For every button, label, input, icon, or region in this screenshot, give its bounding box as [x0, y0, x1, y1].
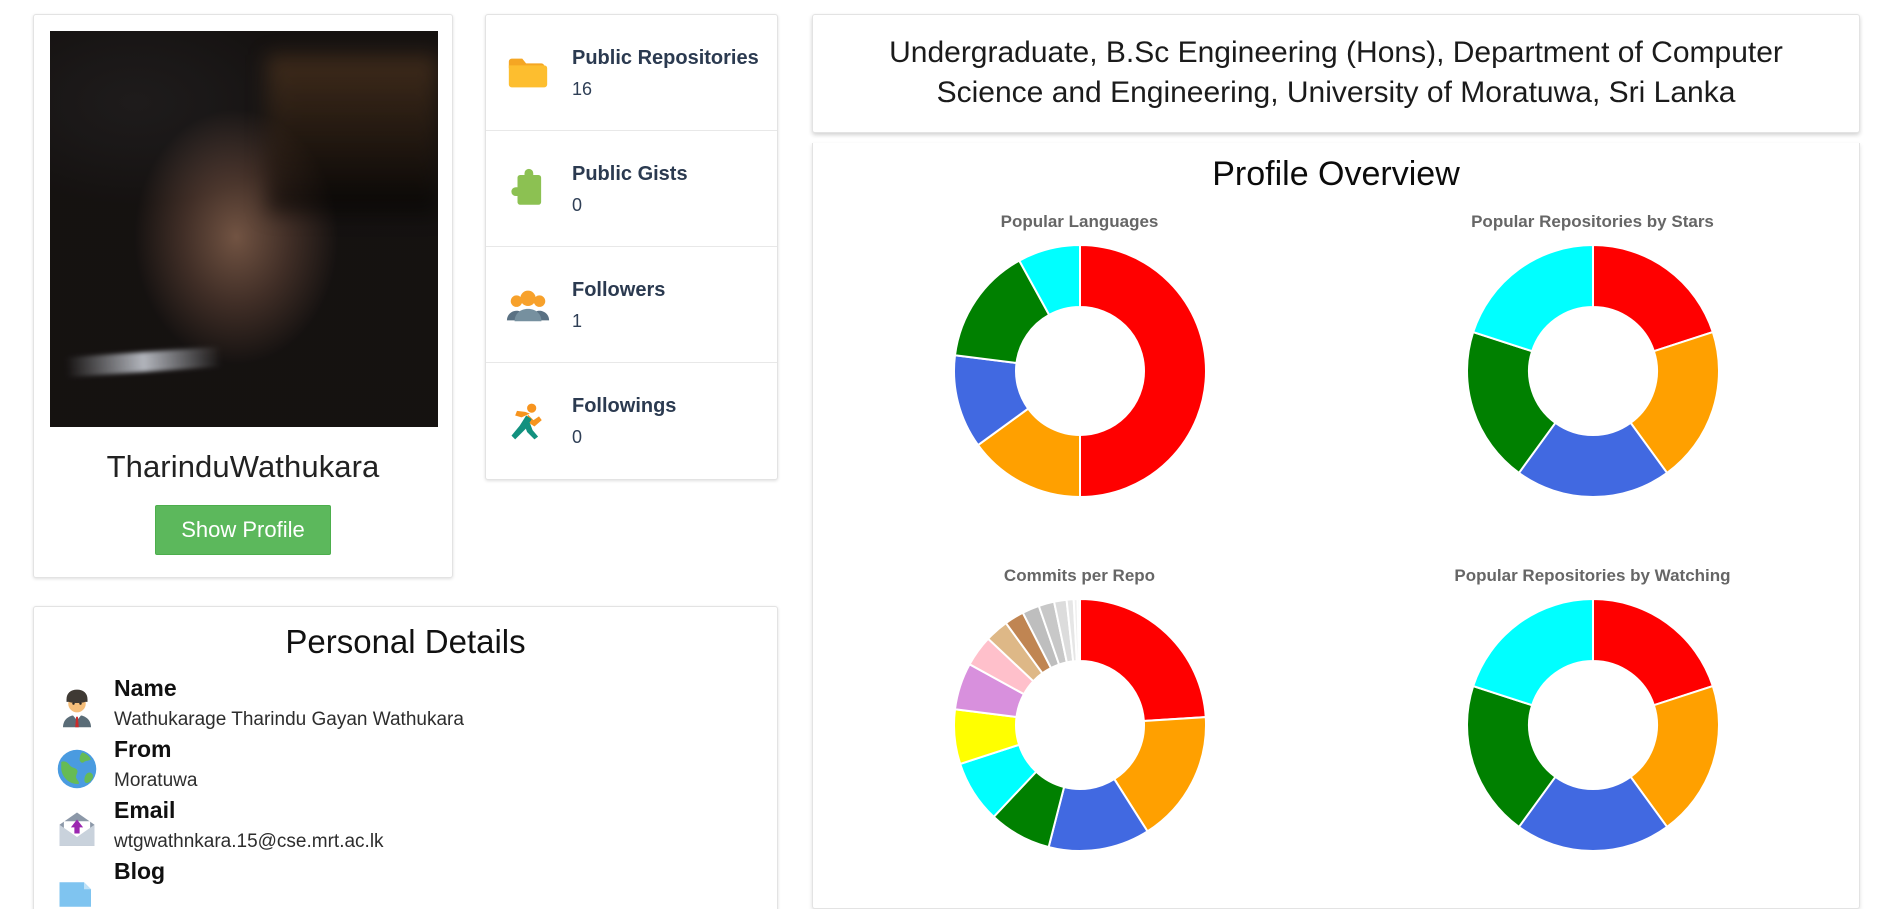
donut-chart[interactable] — [949, 240, 1211, 502]
detail-row-blog: Blog — [54, 860, 757, 909]
detail-label: From — [114, 736, 172, 762]
stats-card: Public Repositories 16 Public Gists 0 Fo… — [485, 14, 778, 480]
donut-segment[interactable] — [1591, 598, 1714, 707]
runner-icon — [502, 399, 554, 443]
chart-popular-languages: Popular Languages — [823, 200, 1336, 554]
donut-chart[interactable] — [1462, 594, 1724, 856]
donut-chart[interactable] — [949, 594, 1211, 856]
stat-public-gists[interactable]: Public Gists 0 — [486, 131, 777, 247]
chart-title: Popular Repositories by Watching — [1454, 566, 1731, 586]
donut-segment[interactable] — [1078, 598, 1207, 723]
stat-label: Followings — [572, 395, 677, 417]
stat-value: 1 — [572, 310, 583, 331]
people-icon — [502, 282, 554, 328]
donut-segment[interactable] — [1471, 244, 1594, 353]
chart-title: Popular Languages — [1000, 212, 1159, 232]
blog-icon — [54, 860, 100, 909]
show-profile-button[interactable]: Show Profile — [155, 505, 331, 555]
donut-segment[interactable] — [1076, 598, 1081, 663]
detail-label: Email — [114, 797, 176, 823]
right-column: Undergraduate, B.Sc Engineering (Hons), … — [790, 0, 1882, 909]
chart-popular-repositories-by-watching: Popular Repositories by Watching — [1336, 554, 1849, 908]
detail-label: Name — [114, 675, 177, 701]
chart-title: Popular Repositories by Stars — [1471, 212, 1714, 232]
profile-overview-title: Profile Overview — [1212, 155, 1460, 194]
email-icon — [54, 799, 100, 851]
detail-value: Wathukarage Tharindu Gayan Wathukara — [114, 709, 464, 730]
donut-segment[interactable] — [1471, 598, 1594, 707]
detail-label: Blog — [114, 858, 166, 884]
stat-value: 16 — [572, 78, 593, 99]
personal-details-title: Personal Details — [285, 623, 526, 660]
chart-title: Commits per Repo — [1003, 566, 1156, 586]
donut-segment[interactable] — [1591, 244, 1714, 353]
detail-value: Moratuwa — [114, 770, 198, 791]
person-icon — [54, 677, 100, 729]
puzzle-icon — [502, 168, 554, 210]
stat-value: 0 — [572, 427, 583, 447]
globe-icon — [54, 738, 100, 790]
profile-overview-card: Profile Overview Popular Languages Popul… — [812, 143, 1860, 909]
stat-value: 0 — [572, 194, 583, 215]
chart-commits-per-repo: Commits per Repo — [823, 554, 1336, 908]
personal-details-card: Personal Details Name Wathukarage Tharin… — [33, 606, 778, 909]
chart-popular-repositories-by-stars: Popular Repositories by Stars — [1336, 200, 1849, 554]
detail-row-from: From Moratuwa — [54, 738, 757, 790]
avatar — [50, 31, 438, 427]
education-text: Undergraduate, B.Sc Engineering (Hons), … — [889, 36, 1783, 109]
detail-value: wtgwathnkara.15@cse.mrt.ac.lk — [114, 831, 384, 852]
stat-label: Public Repositories — [572, 46, 759, 69]
donut-chart[interactable] — [1462, 240, 1724, 502]
chart-grid: Popular Languages Popular Repositories b… — [823, 200, 1849, 908]
left-column: TharinduWathukara Show Profile Public Re… — [0, 0, 790, 909]
stat-label: Followers — [572, 278, 666, 301]
stat-label: Public Gists — [572, 162, 688, 185]
folder-icon — [502, 50, 554, 96]
detail-row-name: Name Wathukarage Tharindu Gayan Wathukar… — [54, 677, 757, 729]
stat-public-repositories[interactable]: Public Repositories 16 — [486, 15, 777, 131]
profile-username: TharinduWathukara — [106, 449, 380, 484]
avatar-card: TharinduWathukara Show Profile — [33, 14, 453, 578]
profile-dashboard: TharinduWathukara Show Profile Public Re… — [0, 0, 1882, 909]
stat-followers[interactable]: Followers 1 — [486, 247, 777, 363]
detail-row-email: Email wtgwathnkara.15@cse.mrt.ac.lk — [54, 799, 757, 851]
donut-segment[interactable] — [1078, 244, 1207, 499]
stat-followings[interactable]: Followings 0 — [486, 363, 777, 479]
education-banner: Undergraduate, B.Sc Engineering (Hons), … — [812, 14, 1860, 134]
